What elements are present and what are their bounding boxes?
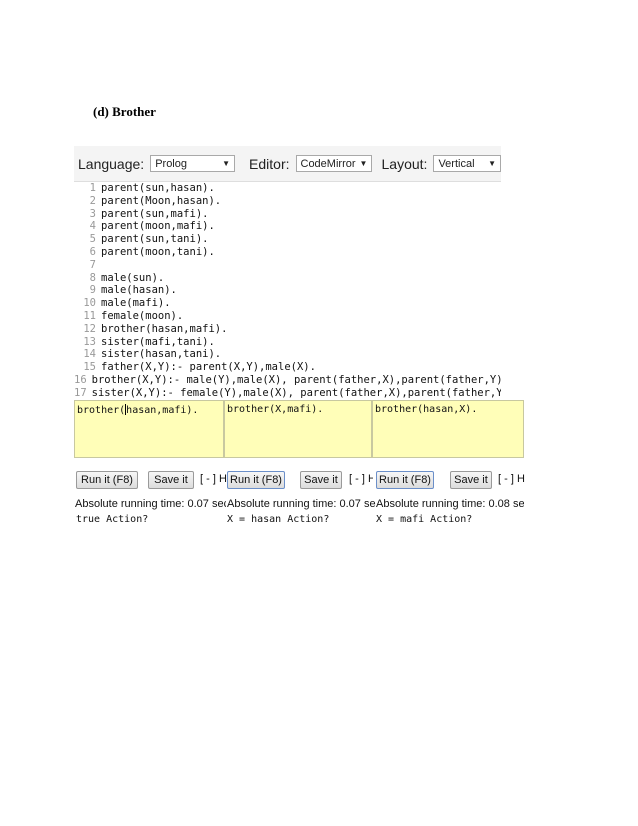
line-text: parent(sun,mafi). (101, 207, 209, 220)
line-number: 2 (89, 194, 96, 207)
code-line: 4 parent(moon,mafi). (74, 220, 501, 233)
line-number: 6 (89, 245, 96, 258)
query-input[interactable]: brother(hasan,mafi). (74, 400, 224, 458)
code-line: 14 sister(hasan,tani). (74, 348, 501, 361)
code-line: 13 sister(mafi,tani). (74, 336, 501, 349)
code-line: 5 parent(sun,tani). (74, 233, 501, 246)
code-line: 2 parent(Moon,hasan). (74, 195, 501, 208)
code-line: 11 female(moon). (74, 310, 501, 323)
line-number: 9 (89, 284, 96, 297)
query-text-end: hasan,mafi). (126, 405, 199, 416)
query-text: brother(X,mafi). (227, 404, 324, 415)
chevron-down-icon: ▼ (222, 159, 231, 168)
running-time: Absolute running time: 0.07 sec, (75, 498, 226, 510)
running-time: Absolute running time: 0.07 sec, (227, 498, 376, 510)
chevron-down-icon: ▼ (488, 159, 496, 168)
line-text: father(X,Y):- parent(X,Y),male(X). (101, 361, 316, 374)
query-text-start: brother( (77, 405, 126, 416)
chevron-down-icon: ▼ (359, 159, 368, 168)
code-line: 10 male(mafi). (74, 297, 501, 310)
line-text: male(sun). (101, 271, 165, 284)
toolbar: Language: Prolog ▼ Editor: CodeMirror ▼ … (74, 146, 501, 182)
code-line: 12 brother(hasan,mafi). (74, 323, 501, 336)
language-select[interactable]: Prolog ▼ (150, 155, 236, 172)
prolog-editor-screenshot: Language: Prolog ▼ Editor: CodeMirror ▼ … (74, 146, 525, 526)
editor-select[interactable]: CodeMirror ▼ (295, 155, 372, 172)
code-line: 7 (74, 259, 501, 272)
editor-label: Editor: (249, 155, 290, 172)
line-number: 4 (89, 220, 96, 233)
line-text: parent(sun,tani). (101, 233, 209, 246)
code-line: 17 sister(X,Y):- female(Y),male(X), paren… (74, 387, 501, 400)
layout-select[interactable]: Vertical ▼ (433, 155, 501, 172)
line-text: parent(Moon,hasan). (101, 194, 222, 207)
line-text: brother(X,Y):- male(Y),male(X), parent(f… (91, 373, 501, 386)
query-input[interactable]: brother(hasan,X). (372, 400, 524, 458)
line-text: parent(moon,mafi). (101, 220, 215, 233)
line-number: 17 (74, 386, 87, 399)
query-input[interactable]: brother(X,mafi). (224, 400, 372, 458)
language-label: Language: (78, 155, 145, 172)
line-number: 14 (83, 348, 96, 361)
line-number: 1 (89, 182, 96, 194)
hide-toggle[interactable]: [ - ] H (200, 473, 227, 485)
query-result: true Action? (76, 514, 149, 525)
code-editor[interactable]: 1 parent(sun,hasan). 2 parent(Moon,hasan).… (74, 182, 501, 400)
save-button[interactable]: Save it (148, 471, 194, 489)
line-text: sister(hasan,tani). (101, 348, 222, 361)
line-number: 10 (83, 297, 96, 310)
layout-value: Vertical (438, 157, 475, 170)
section-heading: (d) Brother (93, 104, 156, 119)
line-text: parent(moon,tani). (101, 245, 215, 258)
language-value: Prolog (155, 157, 187, 170)
line-number: 8 (89, 271, 96, 284)
line-number: 16 (74, 373, 87, 386)
line-number: 13 (83, 335, 96, 348)
code-line: 1 parent(sun,hasan). (74, 182, 501, 195)
code-line: 15 father(X,Y):- parent(X,Y),male(X). (74, 361, 501, 374)
hide-toggle[interactable]: [ - ] H (498, 473, 525, 485)
editor-value: CodeMirror (300, 157, 356, 170)
line-text: female(moon). (101, 309, 184, 322)
line-number: 5 (89, 233, 96, 246)
code-line: 8 male(sun). (74, 272, 501, 285)
code-line: 6 parent(moon,tani). (74, 246, 501, 259)
line-text: male(hasan). (101, 284, 177, 297)
layout-label: Layout: (381, 155, 428, 172)
hide-toggle[interactable]: [ - ] H (349, 473, 373, 485)
query-text: brother(hasan,X). (375, 404, 478, 415)
run-button[interactable]: Run it (F8) (76, 471, 138, 489)
run-button[interactable]: Run it (F8) (227, 471, 285, 489)
query-result: X = hasan Action? (227, 514, 330, 525)
line-text: parent(sun,hasan). (101, 182, 215, 194)
code-line: 16 brother(X,Y):- male(Y),male(X), parent… (74, 374, 501, 387)
line-text: brother(hasan,mafi). (101, 322, 228, 335)
code-line: 3 parent(sun,mafi). (74, 208, 501, 221)
save-button[interactable]: Save it (450, 471, 492, 489)
query-result: X = mafi Action? (376, 514, 473, 525)
code-line: 9 male(hasan). (74, 284, 501, 297)
run-button[interactable]: Run it (F8) (376, 471, 434, 489)
line-number: 12 (83, 322, 96, 335)
line-number: 7 (89, 258, 96, 271)
line-text: sister(mafi,tani). (101, 335, 215, 348)
line-number: 15 (83, 361, 96, 374)
line-text: sister(X,Y):- female(Y),male(X), parent(… (91, 386, 501, 399)
running-time: Absolute running time: 0.08 sec, (376, 498, 524, 510)
line-text: male(mafi). (101, 297, 171, 310)
line-number: 3 (89, 207, 96, 220)
save-button[interactable]: Save it (300, 471, 342, 489)
line-number: 11 (83, 309, 96, 322)
